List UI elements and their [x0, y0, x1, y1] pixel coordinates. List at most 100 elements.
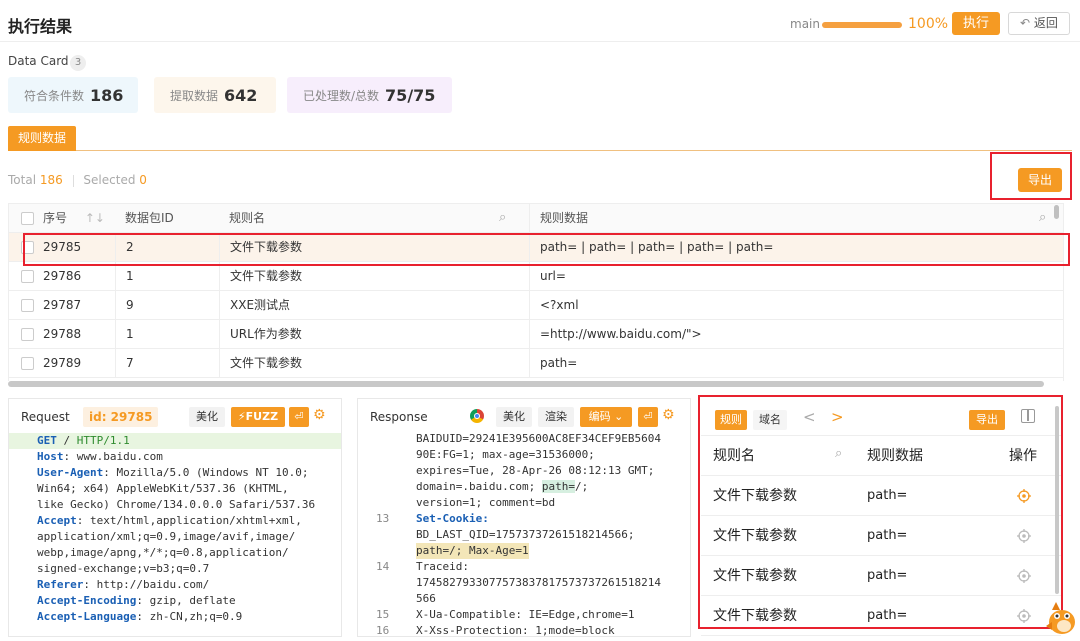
render-button[interactable]: 渲染	[538, 407, 574, 427]
code-line: GET / HTTP/1.1	[37, 433, 130, 449]
column-header-packet-id: 数据包ID	[125, 211, 174, 225]
http-version: HTTP/1.1	[76, 434, 130, 447]
header-value: webp,image/apng,*/*;q=0.8,application/	[37, 546, 289, 559]
header-value: application/xml;q=0.9,image/avif,image/	[37, 530, 296, 543]
wrap-icon[interactable]: ⏎	[638, 407, 658, 427]
table-row[interactable]: 29789 7 文件下载参数 path=	[9, 349, 1063, 378]
request-id-badge: id: 29785	[83, 407, 159, 427]
data-card-title: Data Card	[8, 54, 69, 68]
cell-rule-data: url=	[529, 262, 1049, 291]
header-key: Accept-Encoding	[37, 594, 137, 607]
header-value: /	[56, 434, 77, 447]
request-header: Request id: 29785 美化 ⚡FUZZ ⏎ ⚙	[9, 399, 341, 433]
wrap-icon[interactable]: ⏎	[289, 407, 309, 427]
encode-dropdown[interactable]: 编码 ⌄	[580, 407, 632, 427]
encode-dropdown-label: 编码	[588, 410, 611, 423]
header-value: : http://baidu.com/	[83, 578, 210, 591]
header-value: signed-exchange;v=b3;q=0.7	[37, 562, 210, 575]
mascot-image	[1042, 596, 1080, 641]
page-title: 执行结果	[8, 17, 73, 36]
divider	[72, 174, 74, 187]
highlight-box-rule-panel	[698, 395, 1063, 629]
header-key: GET	[37, 434, 57, 447]
search-icon[interactable]: ⌕	[499, 210, 506, 225]
total-label: Total	[8, 173, 37, 187]
table-header-row: 序号 ↑↓ 数据包ID 规则名 ⌕ 规则数据 ⌕	[9, 204, 1063, 233]
response-code: BAIDUID=29241E395600AC8EF34CEF9EB5604 90E…	[358, 431, 690, 636]
code-line: expires=Tue, 28-Apr-26 08:12:13 GMT;	[416, 464, 655, 477]
selected-label: Selected	[83, 173, 136, 187]
header-value: : Mozilla/5.0 (Windows NT 10.0;	[103, 466, 309, 479]
header-value: like Gecko) Chrome/134.0.0.0 Safari/537.…	[37, 498, 316, 511]
tab-rule-data[interactable]: 规则数据	[8, 126, 76, 151]
column-header-label: 序号	[43, 211, 68, 225]
cell-seq: 29789	[43, 356, 82, 370]
code-line: version=1; comment=bd	[416, 496, 556, 509]
search-icon[interactable]: ⌕	[1039, 210, 1046, 225]
stat-label: 已处理数/总数	[303, 88, 380, 103]
data-card-count-badge: 3	[70, 55, 86, 71]
chevron-down-icon: ⌄	[614, 410, 624, 423]
cell-seq: 29787	[43, 298, 82, 312]
cell-packet-id: 1	[115, 320, 215, 349]
header-value: : zh-CN,zh;q=0.9	[136, 610, 243, 623]
fuzz-button[interactable]: ⚡FUZZ	[231, 407, 285, 427]
total-count: 186	[39, 173, 63, 187]
header-key: Referer	[37, 578, 84, 591]
back-button-label: 返回	[1033, 16, 1058, 30]
cell-rule-data: <?xml	[529, 291, 1049, 320]
table-row[interactable]: 29787 9 XXE测试点 <?xml	[9, 291, 1063, 320]
back-button[interactable]: ↶ 返回	[1008, 12, 1070, 35]
header-value: : text/html,application/xhtml+xml,	[76, 514, 302, 527]
header-value: : www.baidu.com	[63, 450, 163, 463]
run-button[interactable]: 执行	[952, 12, 1000, 35]
table-row[interactable]: 29788 1 URL作为参数 =http://www.baidu.com/">	[9, 320, 1063, 349]
header-key: Accept-Language	[37, 610, 137, 623]
stat-card-matched: 符合条件数 186	[8, 77, 138, 113]
code-line: User-Agent: Mozilla/5.0 (Windows NT 10.0…	[37, 465, 309, 481]
stat-label: 提取数据	[170, 88, 219, 103]
column-header-rule-data: 规则数据	[529, 204, 1049, 233]
code-line: Accept-Language: zh-CN,zh;q=0.9	[37, 609, 242, 625]
response-panel: Response 美化 渲染 编码 ⌄ ⏎ ⚙ BAIDUID=29241E39…	[357, 398, 691, 637]
stat-value: 75/75	[385, 85, 436, 105]
cell-rule-name: URL作为参数	[219, 320, 529, 349]
results-table: 序号 ↑↓ 数据包ID 规则名 ⌕ 规则数据 ⌕ 29785 2 文件下载参数 pat…	[8, 203, 1064, 381]
table-row[interactable]: 29786 1 文件下载参数 url=	[9, 262, 1063, 291]
request-code: GET / HTTP/1.1 Host: www.baidu.com User-Ag…	[9, 433, 341, 636]
table-vertical-scrollbar[interactable]	[1054, 205, 1059, 219]
settings-icon[interactable]: ⚙	[662, 407, 675, 423]
header-value: Win64; x64) AppleWebKit/537.36 (KHTML,	[37, 482, 289, 495]
settings-icon[interactable]: ⚙	[313, 407, 326, 423]
header-key: User-Agent	[37, 466, 104, 479]
cell-rule-name: XXE测试点	[219, 291, 529, 320]
cell-rule-name: 文件下载参数	[219, 349, 529, 378]
code-line: path=/; Max-Age=1	[416, 543, 529, 559]
branch-label: main	[790, 17, 820, 31]
tab-bar	[8, 126, 1072, 151]
progress-percent: 100%	[908, 16, 949, 32]
code-line: 90E:FG=1; max-age=31536000;	[416, 448, 595, 461]
code-line: Referer: http://baidu.com/	[37, 577, 209, 593]
cell-rule-name: 文件下载参数	[219, 262, 529, 291]
code-line: like Gecko) Chrome/134.0.0.0 Safari/537.…	[37, 497, 315, 513]
header-key: Accept	[37, 514, 77, 527]
stat-card-processed: 已处理数/总数 75/75	[287, 77, 452, 113]
line-number: 15	[376, 608, 390, 621]
progress-bar	[822, 22, 902, 28]
response-header: Response 美化 渲染 编码 ⌄ ⏎ ⚙	[358, 399, 690, 433]
selected-count: 0	[139, 173, 147, 187]
cell-rule-data: path=	[529, 349, 1049, 378]
beautify-button[interactable]: 美化	[189, 407, 225, 427]
cell-seq: 29786	[43, 269, 82, 283]
chrome-icon[interactable]	[470, 409, 484, 423]
highlight-box-export	[990, 152, 1072, 200]
beautify-button[interactable]: 美化	[496, 407, 532, 427]
code-line: 1745827933077573837817573737261518214	[416, 576, 662, 589]
code-line: Win64; x64) AppleWebKit/537.36 (KHTML,	[37, 481, 289, 497]
table-horizontal-scrollbar[interactable]	[8, 381, 1044, 387]
column-header-seq[interactable]: 序号 ↑↓	[33, 204, 113, 233]
line-number: 16	[376, 624, 390, 637]
header-value: : gzip, deflate	[136, 594, 236, 607]
sort-icon[interactable]: ↑↓	[85, 211, 105, 225]
